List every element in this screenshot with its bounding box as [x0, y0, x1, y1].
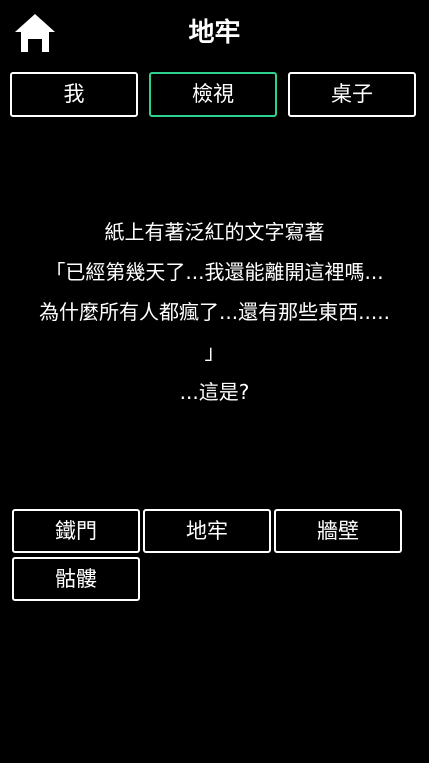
message-line: 「已經第幾天了...我還能離開這裡嗎... [45, 260, 384, 284]
page-title: 地牢 [188, 18, 241, 48]
tab-inspect[interactable]: 檢視 [149, 72, 277, 117]
message-line: 」 [204, 340, 225, 364]
tab-table[interactable]: 桌子 [288, 72, 416, 117]
message-line: 紙上有著泛紅的文字寫著 [104, 220, 325, 244]
game-screen: 地牢 我 檢視 桌子 紙上有著泛紅的文字寫著 「已經第幾天了...我還能離開這裡… [0, 0, 429, 763]
header: 地牢 [0, 0, 429, 66]
action-skeleton-button[interactable]: 骷髏 [12, 557, 140, 601]
message-line: 為什麼所有人都瘋了...還有那些東西..... [39, 300, 390, 324]
message-line: ...這是? [179, 380, 250, 404]
action-buttons: 鐵門 地牢 牆壁 骷髏 [12, 509, 404, 602]
action-wall-button[interactable]: 牆壁 [274, 509, 402, 553]
tab-bar: 我 檢視 桌子 [10, 72, 417, 117]
tab-self[interactable]: 我 [10, 72, 138, 117]
action-dungeon-button[interactable]: 地牢 [143, 509, 271, 553]
message-text: 紙上有著泛紅的文字寫著 「已經第幾天了...我還能離開這裡嗎... 為什麼所有人… [0, 212, 429, 412]
action-iron-door-button[interactable]: 鐵門 [12, 509, 140, 553]
